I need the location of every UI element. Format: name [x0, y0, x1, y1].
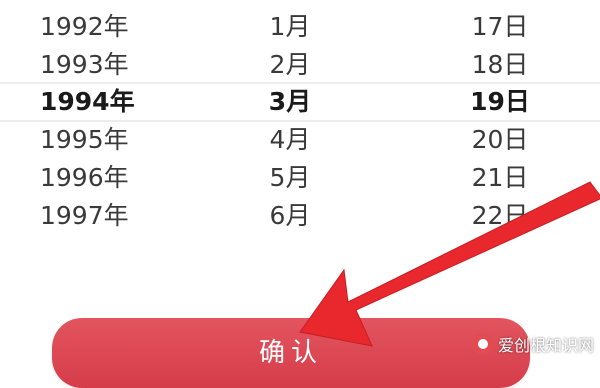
month-cell: 6月: [269, 201, 311, 230]
year-cell: 1993年: [40, 50, 129, 79]
day-cell: 20日: [471, 125, 529, 154]
day-cell: 18日: [471, 50, 529, 79]
year-cell: 1996年: [40, 163, 129, 192]
year-cell: [40, 0, 160, 8]
year-cell-selected: 1994年: [40, 87, 135, 116]
picker-row[interactable]: 1996年 5月 21日: [0, 159, 600, 197]
picker-row-selected[interactable]: 1994年 3月 19日: [0, 83, 600, 121]
month-cell: 5月: [269, 163, 311, 192]
year-cell: 1995年: [40, 125, 129, 154]
month-cell: 4月: [269, 125, 311, 154]
watermark-text: 爱创根知识网: [497, 336, 594, 355]
month-cell: 1月: [269, 12, 311, 41]
picker-row[interactable]: 1993年 2月 18日: [0, 46, 600, 84]
picker-row[interactable]: 1997年 6月 22日: [0, 197, 600, 235]
day-cell-selected: 19日: [470, 87, 530, 116]
year-cell: 1992年: [40, 12, 129, 41]
picker-row-partial[interactable]: [0, 0, 600, 8]
day-cell: 21日: [471, 163, 529, 192]
watermark: 爱创根知识网: [471, 332, 594, 356]
picker-row[interactable]: 1995年 4月 20日: [0, 121, 600, 159]
watermark-logo-icon: [471, 333, 494, 355]
confirm-button[interactable]: 确认: [52, 318, 530, 388]
picker-row[interactable]: 1992年 1月 17日: [0, 8, 600, 46]
year-cell: 1997年: [40, 201, 129, 230]
month-cell-selected: 3月: [268, 87, 312, 116]
day-cell: 22日: [471, 201, 529, 230]
date-picker-wheel[interactable]: 1992年 1月 17日 1993年 2月 18日 1994年 3月 19日 1…: [0, 0, 600, 290]
day-cell: 17日: [471, 12, 529, 41]
month-cell: 2月: [269, 50, 311, 79]
